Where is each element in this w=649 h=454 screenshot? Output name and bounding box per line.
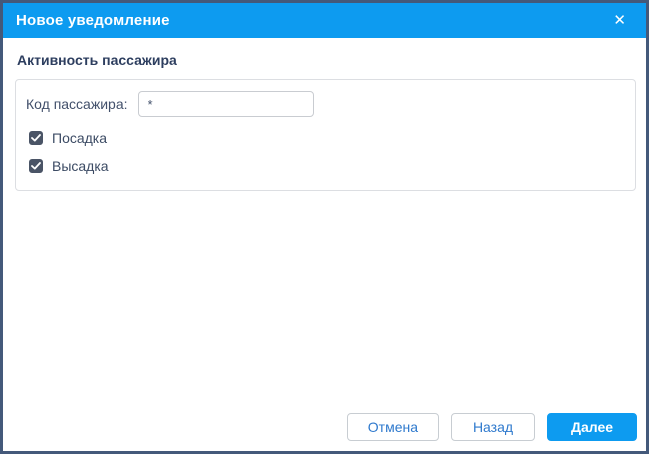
checkbox-row-alighting[interactable]: Высадка (26, 158, 625, 174)
alighting-checkbox-label: Высадка (52, 158, 109, 174)
passenger-code-row: Код пассажира: (26, 91, 625, 117)
alighting-checkbox[interactable] (29, 159, 43, 173)
next-button[interactable]: Далее (547, 413, 637, 441)
dialog-content: Активность пассажира Код пассажира: Поса… (3, 38, 646, 191)
close-icon[interactable]: ✕ (608, 9, 631, 32)
checkbox-row-boarding[interactable]: Посадка (26, 130, 625, 146)
passenger-code-label: Код пассажира: (26, 96, 128, 112)
new-notification-dialog: Новое уведомление ✕ Активность пассажира… (0, 0, 649, 454)
section-title: Активность пассажира (17, 52, 177, 68)
cancel-button[interactable]: Отмена (346, 413, 439, 441)
back-button[interactable]: Назад (451, 413, 535, 441)
passenger-activity-panel: Код пассажира: Посадка Высадка (15, 79, 636, 191)
boarding-checkbox-label: Посадка (52, 130, 108, 146)
dialog-footer: Отмена Назад Далее (346, 413, 637, 441)
dialog-title: Новое уведомление (16, 12, 170, 29)
checkmark-icon (31, 162, 41, 170)
dialog-titlebar: Новое уведомление ✕ (3, 3, 646, 38)
checkmark-icon (31, 134, 41, 142)
passenger-code-input[interactable] (137, 91, 314, 117)
boarding-checkbox[interactable] (29, 131, 43, 145)
